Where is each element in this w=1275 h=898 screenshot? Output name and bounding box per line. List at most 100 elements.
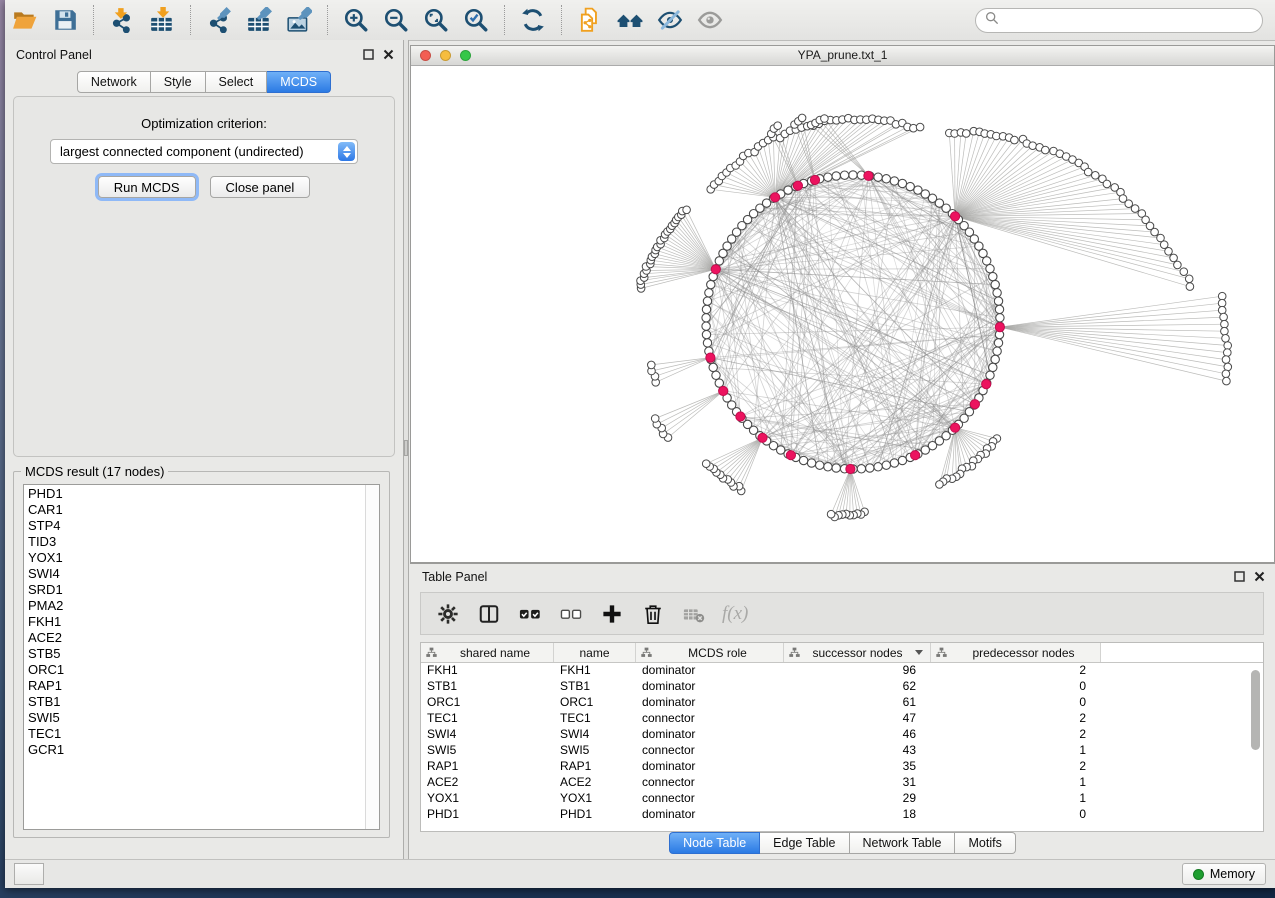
table-row[interactable]: YOX1YOX1connector291 bbox=[421, 790, 1247, 806]
deselect-all-button[interactable] bbox=[558, 601, 584, 627]
column-header-shared-name[interactable]: shared name bbox=[421, 643, 554, 662]
close-window-icon[interactable] bbox=[420, 50, 431, 61]
show-all-button[interactable] bbox=[695, 5, 725, 35]
mcds-result-item[interactable]: SWI4 bbox=[24, 566, 365, 582]
columns-icon bbox=[478, 603, 500, 625]
plus-icon bbox=[601, 603, 623, 625]
scrollbar-thumb[interactable] bbox=[1251, 670, 1260, 750]
close-panel-icon[interactable] bbox=[1254, 571, 1265, 582]
run-mcds-button[interactable]: Run MCDS bbox=[98, 176, 196, 198]
export-network-button[interactable] bbox=[204, 5, 234, 35]
zoom-fit-button[interactable] bbox=[421, 5, 451, 35]
mcds-result-item[interactable]: STP4 bbox=[24, 518, 365, 534]
mcds-result-item[interactable]: TID3 bbox=[24, 534, 365, 550]
cell-succ: 31 bbox=[784, 774, 931, 790]
tab-style[interactable]: Style bbox=[151, 71, 206, 93]
node-table: shared namenameMCDS rolesuccessor nodesp… bbox=[420, 642, 1264, 832]
mcds-result-item[interactable]: ACE2 bbox=[24, 630, 365, 646]
splitter-handle[interactable] bbox=[404, 440, 408, 456]
zoom-selected-button[interactable] bbox=[461, 5, 491, 35]
mcds-result-item[interactable]: TEC1 bbox=[24, 726, 365, 742]
mcds-result-item[interactable]: PMA2 bbox=[24, 598, 365, 614]
column-header-successor-nodes[interactable]: successor nodes bbox=[784, 643, 931, 662]
mcds-result-item[interactable]: SRD1 bbox=[24, 582, 365, 598]
table-row[interactable]: RAP1RAP1dominator352 bbox=[421, 758, 1247, 774]
delete-column-button[interactable] bbox=[640, 601, 666, 627]
select-all-button[interactable] bbox=[517, 601, 543, 627]
mcds-result-item[interactable]: STB1 bbox=[24, 694, 365, 710]
cell-shared: PHD1 bbox=[421, 806, 554, 822]
table-scrollbar[interactable] bbox=[1249, 664, 1262, 829]
status-bar: Memory bbox=[5, 859, 1275, 888]
float-panel-icon[interactable] bbox=[363, 49, 374, 60]
first-neighbors-button[interactable] bbox=[615, 5, 645, 35]
network-canvas[interactable] bbox=[411, 65, 1274, 562]
table-row[interactable]: FKH1FKH1dominator962 bbox=[421, 662, 1247, 678]
close-panel-button[interactable]: Close panel bbox=[210, 176, 311, 198]
add-column-button[interactable] bbox=[599, 601, 625, 627]
delete-table-button[interactable] bbox=[681, 601, 707, 627]
optimization-criterion-select[interactable]: largest connected component (undirected) bbox=[50, 139, 358, 164]
search-input[interactable] bbox=[1005, 12, 1253, 28]
import-table-button[interactable] bbox=[147, 5, 177, 35]
mcds-result-item[interactable]: RAP1 bbox=[24, 678, 365, 694]
show-columns-button[interactable] bbox=[476, 601, 502, 627]
save-session-button[interactable] bbox=[50, 5, 80, 35]
memory-button[interactable]: Memory bbox=[1182, 863, 1266, 885]
task-history-button[interactable] bbox=[14, 863, 44, 885]
table-row[interactable]: TEC1TEC1connector472 bbox=[421, 710, 1247, 726]
mcds-result-item[interactable]: GCR1 bbox=[24, 742, 365, 758]
tab-network-table[interactable]: Network Table bbox=[850, 832, 956, 854]
zoom-out-button[interactable] bbox=[381, 5, 411, 35]
tab-mcds[interactable]: MCDS bbox=[267, 71, 331, 93]
column-header-MCDS-role[interactable]: MCDS role bbox=[636, 643, 784, 662]
mcds-result-item[interactable]: SWI5 bbox=[24, 710, 365, 726]
mcds-result-item[interactable]: ORC1 bbox=[24, 662, 365, 678]
import-network-button[interactable] bbox=[107, 5, 137, 35]
open-file-button[interactable] bbox=[10, 5, 40, 35]
cell-shared: SWI5 bbox=[421, 742, 554, 758]
zoom-in-button[interactable] bbox=[341, 5, 371, 35]
mcds-result-item[interactable]: YOX1 bbox=[24, 550, 365, 566]
table-settings-button[interactable] bbox=[435, 601, 461, 627]
export-image-button[interactable] bbox=[284, 5, 314, 35]
table-row[interactable]: PHD1PHD1dominator180 bbox=[421, 806, 1247, 822]
tab-node-table[interactable]: Node Table bbox=[669, 832, 760, 854]
tab-network[interactable]: Network bbox=[77, 71, 151, 93]
minimize-window-icon[interactable] bbox=[440, 50, 451, 61]
tab-motifs[interactable]: Motifs bbox=[955, 832, 1015, 854]
mcds-result-item[interactable]: CAR1 bbox=[24, 502, 365, 518]
table-row[interactable]: SWI5SWI5connector431 bbox=[421, 742, 1247, 758]
toolbar-separator bbox=[504, 5, 505, 35]
float-panel-icon[interactable] bbox=[1234, 571, 1245, 582]
list-scrollbar[interactable] bbox=[365, 485, 379, 829]
tab-edge-table[interactable]: Edge Table bbox=[760, 832, 849, 854]
search-icon bbox=[985, 11, 1005, 30]
optimization-criterion-value: largest connected component (undirected) bbox=[51, 144, 338, 159]
refresh-layout-button[interactable] bbox=[518, 5, 548, 35]
table-row[interactable]: STB1STB1dominator620 bbox=[421, 678, 1247, 694]
search-field[interactable] bbox=[975, 8, 1263, 33]
export-table-button[interactable] bbox=[244, 5, 274, 35]
duplicate-network-button[interactable] bbox=[575, 5, 605, 35]
zoom-fit-icon bbox=[423, 7, 449, 33]
deselect-all-icon bbox=[560, 603, 582, 625]
cell-shared: RAP1 bbox=[421, 758, 554, 774]
select-all-icon bbox=[519, 603, 541, 625]
table-row[interactable]: ACE2ACE2connector311 bbox=[421, 774, 1247, 790]
maximize-window-icon[interactable] bbox=[460, 50, 471, 61]
mcds-result-item[interactable]: PHD1 bbox=[24, 486, 365, 502]
table-row[interactable]: SWI4SWI4dominator462 bbox=[421, 726, 1247, 742]
column-header-predecessor-nodes[interactable]: predecessor nodes bbox=[931, 643, 1101, 662]
cell-succ: 96 bbox=[784, 662, 931, 678]
close-panel-icon[interactable] bbox=[383, 49, 394, 60]
table-row[interactable]: ORC1ORC1dominator610 bbox=[421, 694, 1247, 710]
tab-select[interactable]: Select bbox=[206, 71, 268, 93]
network-window-titlebar[interactable]: YPA_prune.txt_1 bbox=[411, 46, 1274, 66]
mcds-result-item[interactable]: FKH1 bbox=[24, 614, 365, 630]
cell-role: dominator bbox=[636, 758, 784, 774]
mcds-result-item[interactable]: STB5 bbox=[24, 646, 365, 662]
column-header-name[interactable]: name bbox=[554, 643, 636, 662]
hide-selected-button[interactable] bbox=[655, 5, 685, 35]
function-builder-button[interactable]: f(x) bbox=[722, 603, 748, 625]
